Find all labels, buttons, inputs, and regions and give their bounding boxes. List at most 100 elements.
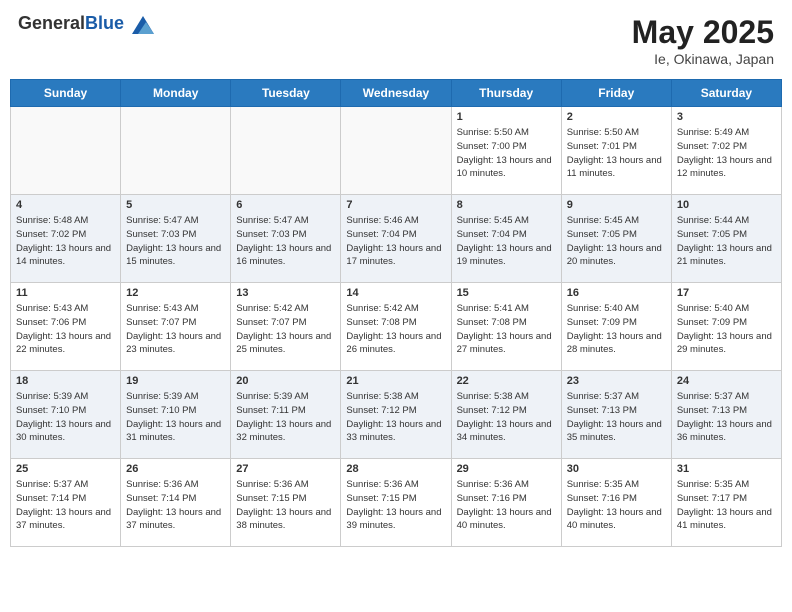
daylight-label: Daylight: 13 hours and 19 minutes. — [457, 243, 552, 268]
sunset-label: Sunset: 7:09 PM — [567, 317, 637, 328]
sunset-label: Sunset: 7:01 PM — [567, 141, 637, 152]
calendar-cell-day-6: 6 Sunrise: 5:47 AM Sunset: 7:03 PM Dayli… — [231, 195, 341, 283]
day-info: Sunrise: 5:38 AM Sunset: 7:12 PM Dayligh… — [457, 390, 556, 445]
day-number: 1 — [457, 111, 556, 123]
daylight-label: Daylight: 13 hours and 16 minutes. — [236, 243, 331, 268]
daylight-label: Daylight: 13 hours and 23 minutes. — [126, 331, 221, 356]
sunrise-label: Sunrise: 5:40 AM — [567, 303, 639, 314]
day-info: Sunrise: 5:43 AM Sunset: 7:07 PM Dayligh… — [126, 302, 225, 357]
sunset-label: Sunset: 7:16 PM — [457, 493, 527, 504]
calendar-cell-day-28: 28 Sunrise: 5:36 AM Sunset: 7:15 PM Dayl… — [341, 459, 451, 547]
day-number: 12 — [126, 287, 225, 299]
sunrise-label: Sunrise: 5:41 AM — [457, 303, 529, 314]
day-number: 29 — [457, 463, 556, 475]
calendar-cell-day-14: 14 Sunrise: 5:42 AM Sunset: 7:08 PM Dayl… — [341, 283, 451, 371]
day-info: Sunrise: 5:47 AM Sunset: 7:03 PM Dayligh… — [236, 214, 335, 269]
daylight-label: Daylight: 13 hours and 15 minutes. — [126, 243, 221, 268]
day-number: 25 — [16, 463, 115, 475]
day-info: Sunrise: 5:45 AM Sunset: 7:05 PM Dayligh… — [567, 214, 666, 269]
weekday-header-wednesday: Wednesday — [341, 80, 451, 107]
weekday-header-saturday: Saturday — [671, 80, 781, 107]
weekday-header-monday: Monday — [121, 80, 231, 107]
sunset-label: Sunset: 7:09 PM — [677, 317, 747, 328]
day-info: Sunrise: 5:35 AM Sunset: 7:17 PM Dayligh… — [677, 478, 776, 533]
sunrise-label: Sunrise: 5:36 AM — [126, 479, 198, 490]
day-number: 4 — [16, 199, 115, 211]
calendar-cell-day-19: 19 Sunrise: 5:39 AM Sunset: 7:10 PM Dayl… — [121, 371, 231, 459]
sunrise-label: Sunrise: 5:37 AM — [677, 391, 749, 402]
sunrise-label: Sunrise: 5:43 AM — [16, 303, 88, 314]
day-info: Sunrise: 5:39 AM Sunset: 7:10 PM Dayligh… — [126, 390, 225, 445]
weekday-header-friday: Friday — [561, 80, 671, 107]
logo-icon — [132, 16, 154, 34]
day-info: Sunrise: 5:48 AM Sunset: 7:02 PM Dayligh… — [16, 214, 115, 269]
calendar-week-row: 1 Sunrise: 5:50 AM Sunset: 7:00 PM Dayli… — [11, 107, 782, 195]
weekday-header-tuesday: Tuesday — [231, 80, 341, 107]
sunset-label: Sunset: 7:13 PM — [567, 405, 637, 416]
calendar-cell-day-2: 2 Sunrise: 5:50 AM Sunset: 7:01 PM Dayli… — [561, 107, 671, 195]
day-info: Sunrise: 5:36 AM Sunset: 7:14 PM Dayligh… — [126, 478, 225, 533]
day-number: 15 — [457, 287, 556, 299]
day-info: Sunrise: 5:44 AM Sunset: 7:05 PM Dayligh… — [677, 214, 776, 269]
day-info: Sunrise: 5:47 AM Sunset: 7:03 PM Dayligh… — [126, 214, 225, 269]
calendar-cell-day-4: 4 Sunrise: 5:48 AM Sunset: 7:02 PM Dayli… — [11, 195, 121, 283]
sunset-label: Sunset: 7:12 PM — [457, 405, 527, 416]
calendar-week-row: 25 Sunrise: 5:37 AM Sunset: 7:14 PM Dayl… — [11, 459, 782, 547]
sunset-label: Sunset: 7:07 PM — [236, 317, 306, 328]
calendar-week-row: 11 Sunrise: 5:43 AM Sunset: 7:06 PM Dayl… — [11, 283, 782, 371]
daylight-label: Daylight: 13 hours and 10 minutes. — [457, 155, 552, 180]
day-number: 5 — [126, 199, 225, 211]
day-info: Sunrise: 5:39 AM Sunset: 7:11 PM Dayligh… — [236, 390, 335, 445]
sunrise-label: Sunrise: 5:45 AM — [457, 215, 529, 226]
day-number: 10 — [677, 199, 776, 211]
sunrise-label: Sunrise: 5:50 AM — [567, 127, 639, 138]
sunset-label: Sunset: 7:04 PM — [346, 229, 416, 240]
sunrise-label: Sunrise: 5:48 AM — [16, 215, 88, 226]
sunset-label: Sunset: 7:13 PM — [677, 405, 747, 416]
day-number: 7 — [346, 199, 445, 211]
sunset-label: Sunset: 7:08 PM — [346, 317, 416, 328]
calendar-cell-day-empty — [11, 107, 121, 195]
logo-general-text: GeneralBlue — [18, 14, 154, 34]
day-info: Sunrise: 5:39 AM Sunset: 7:10 PM Dayligh… — [16, 390, 115, 445]
sunset-label: Sunset: 7:02 PM — [677, 141, 747, 152]
calendar-cell-day-24: 24 Sunrise: 5:37 AM Sunset: 7:13 PM Dayl… — [671, 371, 781, 459]
daylight-label: Daylight: 13 hours and 40 minutes. — [567, 507, 662, 532]
daylight-label: Daylight: 13 hours and 14 minutes. — [16, 243, 111, 268]
sunset-label: Sunset: 7:10 PM — [16, 405, 86, 416]
daylight-label: Daylight: 13 hours and 25 minutes. — [236, 331, 331, 356]
calendar-cell-day-31: 31 Sunrise: 5:35 AM Sunset: 7:17 PM Dayl… — [671, 459, 781, 547]
sunrise-label: Sunrise: 5:39 AM — [236, 391, 308, 402]
sunrise-label: Sunrise: 5:47 AM — [236, 215, 308, 226]
day-number: 6 — [236, 199, 335, 211]
sunset-label: Sunset: 7:10 PM — [126, 405, 196, 416]
day-number: 13 — [236, 287, 335, 299]
calendar-week-row: 18 Sunrise: 5:39 AM Sunset: 7:10 PM Dayl… — [11, 371, 782, 459]
daylight-label: Daylight: 13 hours and 41 minutes. — [677, 507, 772, 532]
sunset-label: Sunset: 7:15 PM — [346, 493, 416, 504]
daylight-label: Daylight: 13 hours and 29 minutes. — [677, 331, 772, 356]
calendar-cell-day-17: 17 Sunrise: 5:40 AM Sunset: 7:09 PM Dayl… — [671, 283, 781, 371]
daylight-label: Daylight: 13 hours and 39 minutes. — [346, 507, 441, 532]
logo: GeneralBlue — [18, 14, 154, 34]
calendar-cell-day-11: 11 Sunrise: 5:43 AM Sunset: 7:06 PM Dayl… — [11, 283, 121, 371]
day-info: Sunrise: 5:35 AM Sunset: 7:16 PM Dayligh… — [567, 478, 666, 533]
day-info: Sunrise: 5:43 AM Sunset: 7:06 PM Dayligh… — [16, 302, 115, 357]
daylight-label: Daylight: 13 hours and 27 minutes. — [457, 331, 552, 356]
daylight-label: Daylight: 13 hours and 40 minutes. — [457, 507, 552, 532]
sunrise-label: Sunrise: 5:37 AM — [567, 391, 639, 402]
day-number: 3 — [677, 111, 776, 123]
weekday-header-row: SundayMondayTuesdayWednesdayThursdayFrid… — [11, 80, 782, 107]
calendar-cell-day-3: 3 Sunrise: 5:49 AM Sunset: 7:02 PM Dayli… — [671, 107, 781, 195]
daylight-label: Daylight: 13 hours and 12 minutes. — [677, 155, 772, 180]
sunset-label: Sunset: 7:06 PM — [16, 317, 86, 328]
sunset-label: Sunset: 7:05 PM — [567, 229, 637, 240]
sunset-label: Sunset: 7:12 PM — [346, 405, 416, 416]
calendar-cell-day-13: 13 Sunrise: 5:42 AM Sunset: 7:07 PM Dayl… — [231, 283, 341, 371]
daylight-label: Daylight: 13 hours and 33 minutes. — [346, 419, 441, 444]
daylight-label: Daylight: 13 hours and 17 minutes. — [346, 243, 441, 268]
calendar-cell-day-12: 12 Sunrise: 5:43 AM Sunset: 7:07 PM Dayl… — [121, 283, 231, 371]
sunrise-label: Sunrise: 5:35 AM — [567, 479, 639, 490]
sunrise-label: Sunrise: 5:46 AM — [346, 215, 418, 226]
sunrise-label: Sunrise: 5:49 AM — [677, 127, 749, 138]
